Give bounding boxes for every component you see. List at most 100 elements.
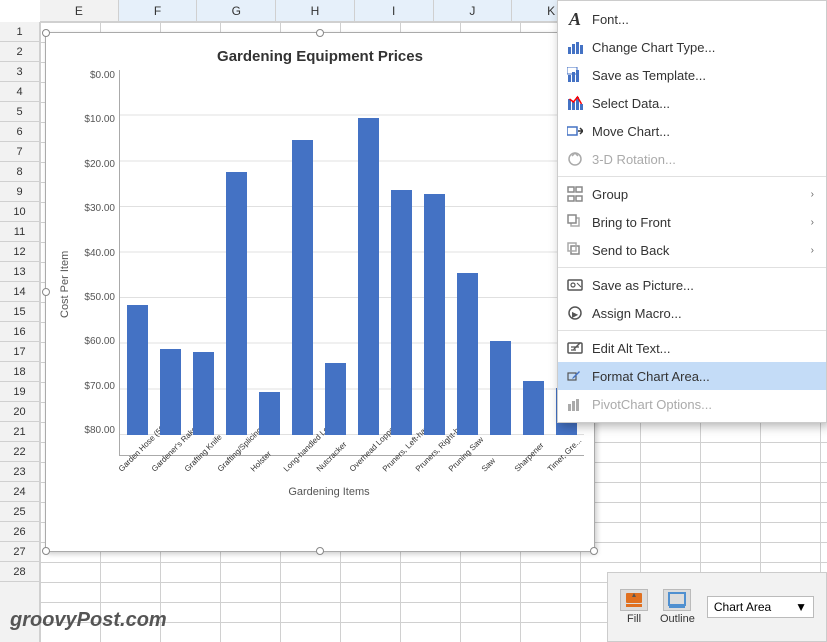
row-header-18[interactable]: 18: [0, 362, 39, 382]
y-tick-20: $20.00: [74, 159, 119, 170]
bars-and-yaxis: $80.00 $70.00 $60.00 $50.00 $40.00 $30.0…: [74, 70, 584, 456]
row-header-10[interactable]: 10: [0, 202, 39, 222]
outline-icon[interactable]: [663, 589, 691, 611]
row-header-13[interactable]: 13: [0, 262, 39, 282]
row-header-3[interactable]: 3: [0, 62, 39, 82]
row-header-4[interactable]: 4: [0, 82, 39, 102]
row-header-5[interactable]: 5: [0, 102, 39, 122]
row-header-24[interactable]: 24: [0, 482, 39, 502]
col-header-j[interactable]: J: [434, 0, 513, 21]
bar-wrapper-10: Pruning Saw: [452, 75, 483, 455]
row-headers: 1 2 3 4 5 6 7 8 9 10 11 12 13 14 15 16 1…: [0, 22, 40, 642]
bar-2: [193, 352, 215, 435]
bar-9: [424, 194, 446, 435]
menu-item-pivotchart-options: PivotChart Options...: [558, 390, 826, 418]
resize-handle-bottom[interactable]: [316, 547, 324, 555]
menu-item-font[interactable]: AFont...: [558, 5, 826, 33]
menu-item-format-chart-area[interactable]: Format Chart Area...: [558, 362, 826, 390]
menu-item-save-as-template[interactable]: Save as Template...: [558, 61, 826, 89]
change-chart-type-label: Change Chart Type...: [592, 40, 814, 55]
menu-item-move-chart[interactable]: Move Chart...: [558, 117, 826, 145]
context-menu: AFont... Change Chart Type... Save as Temp…: [557, 0, 827, 423]
y-axis: $80.00 $70.00 $60.00 $50.00 $40.00 $30.0…: [74, 70, 119, 456]
row-header-16[interactable]: 16: [0, 322, 39, 342]
row-header-14[interactable]: 14: [0, 282, 39, 302]
col-header-f[interactable]: F: [119, 0, 198, 21]
row-header-17[interactable]: 17: [0, 342, 39, 362]
change-chart-type-icon: [566, 38, 584, 56]
chart-area-dropdown[interactable]: Chart Area ▼: [707, 596, 814, 618]
row-header-27[interactable]: 27: [0, 542, 39, 562]
y-tick-30: $30.00: [74, 203, 119, 214]
row-header-15[interactable]: 15: [0, 302, 39, 322]
bar-11: [490, 341, 512, 435]
bars-area: Garden Hose (50')Gardener's RakeGrafting…: [119, 70, 584, 456]
row-header-20[interactable]: 20: [0, 402, 39, 422]
resize-handle-top[interactable]: [316, 29, 324, 37]
menu-item-bring-to-front[interactable]: Bring to Front›: [558, 208, 826, 236]
y-tick-40: $40.00: [74, 248, 119, 259]
pivotchart-options-icon: [566, 395, 584, 413]
bar-wrapper-11: Saw: [485, 75, 516, 455]
col-header-e[interactable]: E: [40, 0, 119, 21]
bar-wrapper-7: Overhead Loppers: [353, 75, 384, 455]
bar-wrapper-4: Holster: [254, 75, 285, 455]
menu-item-group[interactable]: Group›: [558, 180, 826, 208]
svg-text:▶: ▶: [572, 310, 579, 319]
bar-wrapper-5: Long-handled Loppers: [287, 75, 318, 455]
fill-label: Fill: [627, 613, 641, 625]
resize-handle-bottomright[interactable]: [590, 547, 598, 555]
pivotchart-options-label: PivotChart Options...: [592, 397, 814, 412]
format-chart-area-label: Format Chart Area...: [592, 369, 814, 384]
edit-alt-text-icon: [566, 339, 584, 357]
bar-wrapper-3: Grafting/Splicing Tool: [221, 75, 252, 455]
menu-item-send-to-back[interactable]: Send to Back›: [558, 236, 826, 264]
row-header-22[interactable]: 22: [0, 442, 39, 462]
col-header-g[interactable]: G: [197, 0, 276, 21]
move-chart-icon: [566, 122, 584, 140]
outline-item[interactable]: Outline: [660, 589, 695, 625]
save-as-picture-label: Save as Picture...: [592, 278, 814, 293]
chart-plot-area: $80.00 $70.00 $60.00 $50.00 $40.00 $30.0…: [74, 70, 584, 498]
row-header-26[interactable]: 26: [0, 522, 39, 542]
bar-wrapper-12: Sharpener: [518, 75, 549, 455]
row-header-25[interactable]: 25: [0, 502, 39, 522]
bring-to-front-icon: [566, 213, 584, 231]
send-to-back-label: Send to Back: [592, 243, 803, 258]
row-header-28[interactable]: 28: [0, 562, 39, 582]
chart-container[interactable]: Gardening Equipment Prices Cost Per Item…: [45, 32, 595, 552]
watermark-text: groovyPost.com: [10, 609, 167, 631]
menu-item-save-as-picture[interactable]: Save as Picture...: [558, 271, 826, 299]
row-header-23[interactable]: 23: [0, 462, 39, 482]
separator-after-3d-rotation: [558, 176, 826, 177]
font-label: Font...: [592, 12, 814, 27]
col-header-i[interactable]: I: [355, 0, 434, 21]
row-header-9[interactable]: 9: [0, 182, 39, 202]
resize-handle-left[interactable]: [42, 288, 50, 296]
fill-item[interactable]: Fill: [620, 589, 648, 625]
bring-to-front-arrow: ›: [811, 217, 814, 228]
row-header-19[interactable]: 19: [0, 382, 39, 402]
row-header-8[interactable]: 8: [0, 162, 39, 182]
menu-item-edit-alt-text[interactable]: Edit Alt Text...: [558, 334, 826, 362]
row-header-12[interactable]: 12: [0, 242, 39, 262]
bar-7: [358, 118, 380, 435]
menu-item-assign-macro[interactable]: ▶Assign Macro...: [558, 299, 826, 327]
row-header-2[interactable]: 2: [0, 42, 39, 62]
fill-icon[interactable]: [620, 589, 648, 611]
bar-wrapper-6: Nutcracker: [320, 75, 351, 455]
menu-item-change-chart-type[interactable]: Change Chart Type...: [558, 33, 826, 61]
bar-wrapper-8: Pruners, Left-handed: [386, 75, 417, 455]
row-header-7[interactable]: 7: [0, 142, 39, 162]
resize-handle-topleft[interactable]: [42, 29, 50, 37]
row-header-11[interactable]: 11: [0, 222, 39, 242]
bar-wrapper-9: Pruners, Right-handed: [419, 75, 450, 455]
assign-macro-icon: ▶: [566, 304, 584, 322]
row-header-1[interactable]: 1: [0, 22, 39, 42]
chart-body: Cost Per Item $80.00 $70.00 $60.00 $50.0…: [46, 70, 594, 508]
row-header-6[interactable]: 6: [0, 122, 39, 142]
resize-handle-bottomleft[interactable]: [42, 547, 50, 555]
menu-item-select-data[interactable]: Select Data...: [558, 89, 826, 117]
row-header-21[interactable]: 21: [0, 422, 39, 442]
col-header-h[interactable]: H: [276, 0, 355, 21]
